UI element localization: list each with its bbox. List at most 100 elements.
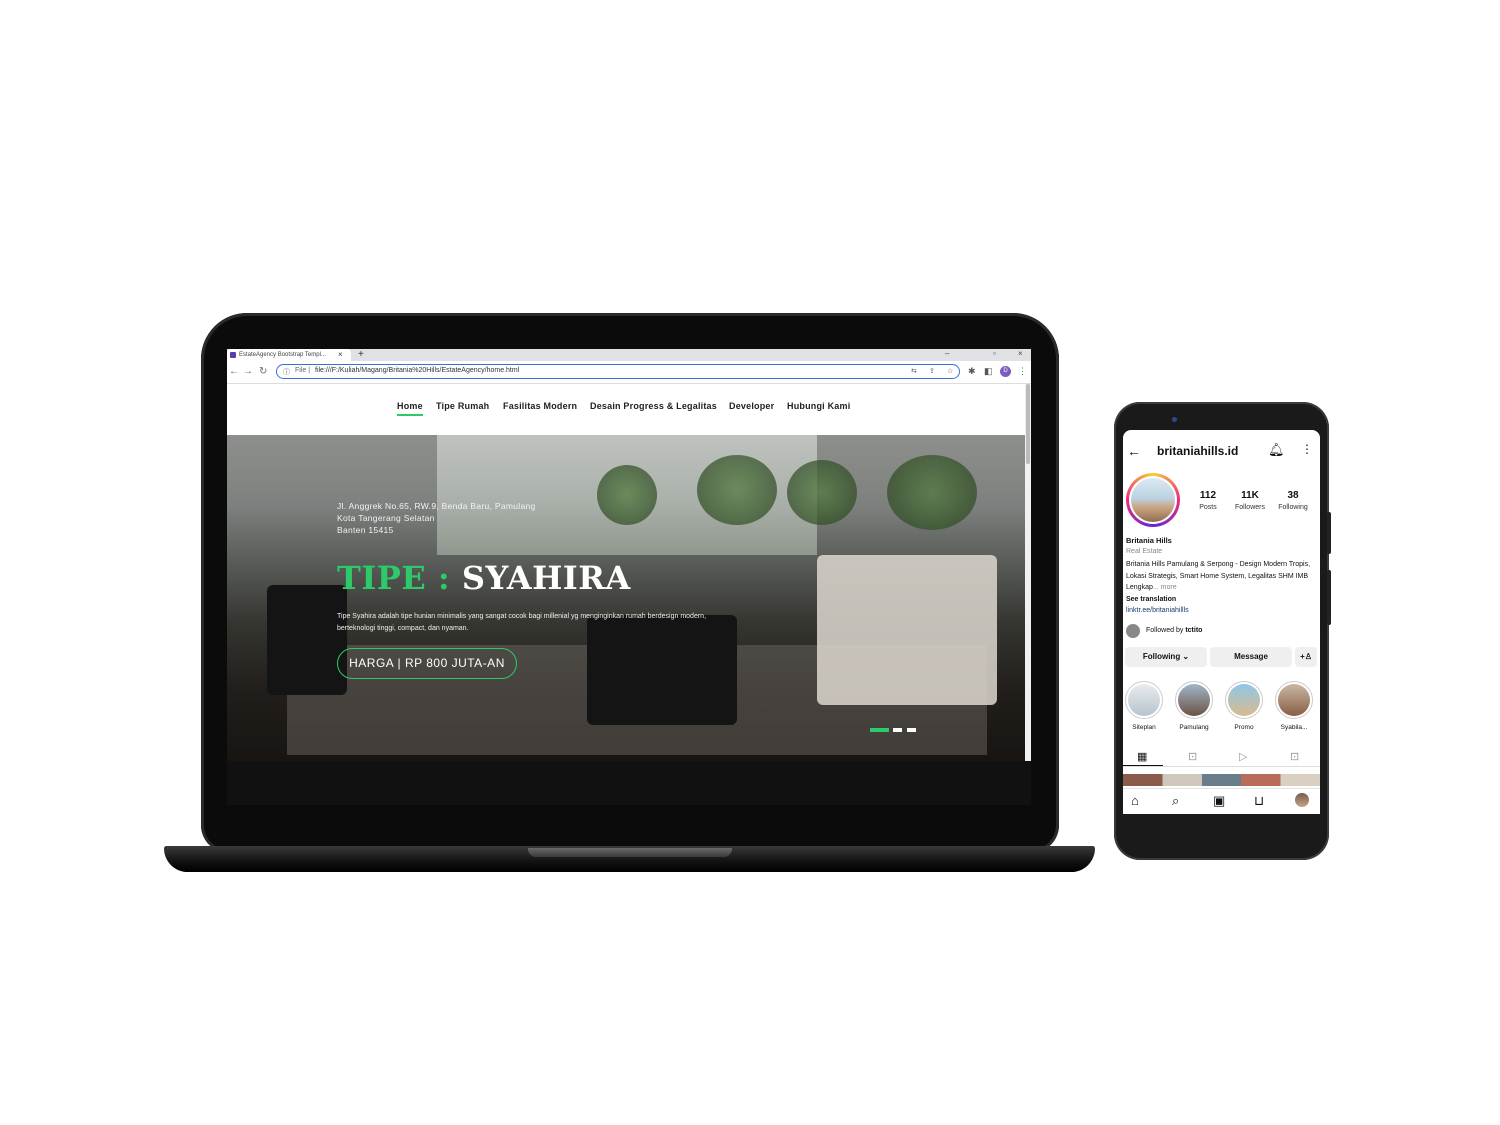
nav-active-indicator bbox=[397, 414, 423, 416]
new-tab-icon[interactable]: + bbox=[358, 349, 364, 361]
reload-icon[interactable]: ↻ bbox=[259, 366, 267, 378]
profile-tab-avatar[interactable] bbox=[1295, 793, 1309, 807]
highlight-label: Pamulang bbox=[1179, 724, 1209, 731]
phone-volume-button bbox=[1327, 512, 1331, 554]
stat-posts[interactable]: 112 Posts bbox=[1186, 490, 1230, 511]
profile-link[interactable]: linktr.ee/britaniahillls bbox=[1126, 607, 1189, 614]
nav-fasilitas-modern[interactable]: Fasilitas Modern bbox=[503, 401, 577, 411]
following-button[interactable]: Following ⌄ bbox=[1125, 647, 1207, 667]
profile-username: britaniahills.id bbox=[1157, 444, 1239, 458]
see-translation-link[interactable]: See translation bbox=[1126, 596, 1176, 603]
home-icon[interactable]: ⌂ bbox=[1131, 793, 1139, 808]
hero-bg-sofa bbox=[817, 555, 997, 705]
profile-avatar[interactable] bbox=[1126, 473, 1180, 527]
page-scrollbar[interactable] bbox=[1025, 384, 1031, 761]
laptop-hinge-notch bbox=[528, 848, 732, 857]
extensions-icon[interactable]: ✱ bbox=[968, 366, 976, 377]
browser-tab[interactable]: EstateAgency Bootstrap Templ... bbox=[227, 349, 351, 361]
add-user-button[interactable]: +♙ bbox=[1295, 647, 1317, 667]
browser-menu-icon[interactable]: ⋮ bbox=[1018, 366, 1027, 377]
window-close-icon[interactable]: × bbox=[1018, 349, 1023, 359]
price-button[interactable]: HARGA | RP 800 JUTA-AN bbox=[337, 648, 517, 679]
hero-carousel: Jl. Anggrek No.65, RW.9, Benda Baru, Pam… bbox=[227, 435, 1025, 761]
grid-tab-icon[interactable]: ▦ bbox=[1137, 750, 1147, 763]
phone-camera bbox=[1172, 417, 1177, 422]
nav-developer[interactable]: Developer bbox=[729, 401, 774, 411]
profile-display-name: Britania Hills bbox=[1126, 536, 1172, 545]
stat-label: Followers bbox=[1235, 504, 1265, 511]
scrollbar-thumb[interactable] bbox=[1026, 384, 1030, 464]
profile-bio: Britania Hills Pamulang & Serpong - Desi… bbox=[1126, 559, 1316, 594]
address-bar[interactable]: ⓘ File | file:///F:/Kuliah/Magang/Britan… bbox=[276, 364, 960, 379]
instagram-profile-screen: ← britaniahills.id 🔔︎ ⋮ 112 Posts 11K Fo… bbox=[1123, 430, 1320, 814]
followed-by-prefix: Followed by bbox=[1146, 627, 1184, 634]
nav-home[interactable]: Home bbox=[397, 401, 423, 411]
hero-bg-plant bbox=[787, 460, 857, 525]
shop-icon[interactable]: ⊔ bbox=[1254, 793, 1264, 809]
stat-value: 11K bbox=[1241, 490, 1259, 501]
highlight-label: Siteplan bbox=[1132, 724, 1156, 731]
hero-description: Tipe Syahira adalah tipe hunian minimali… bbox=[337, 613, 707, 632]
message-button[interactable]: Message bbox=[1210, 647, 1292, 667]
share-icon[interactable]: ⇪ bbox=[929, 367, 935, 375]
highlight-siteplan[interactable]: Siteplan bbox=[1124, 681, 1164, 731]
carousel-indicator-active[interactable] bbox=[870, 728, 889, 732]
notification-bell-icon[interactable]: 🔔︎ bbox=[1268, 442, 1285, 458]
minimize-icon[interactable]: – bbox=[945, 349, 949, 359]
follower-avatar bbox=[1126, 624, 1140, 638]
hero-bg-plant bbox=[597, 465, 657, 525]
highlight-label: Promo bbox=[1234, 724, 1254, 731]
followed-by-text[interactable]: Followed by tctito bbox=[1146, 627, 1202, 634]
hero-bg-side-table bbox=[267, 585, 347, 695]
stat-followers[interactable]: 11K Followers bbox=[1228, 490, 1272, 511]
profile-picture bbox=[1131, 478, 1175, 522]
highlight-image bbox=[1128, 684, 1160, 716]
highlight-pamulang[interactable]: Pamulang bbox=[1174, 681, 1214, 731]
reels-tab-icon[interactable]: ⊡ bbox=[1188, 750, 1197, 763]
profile-category: Real Estate bbox=[1126, 548, 1163, 555]
profile-avatar[interactable]: D bbox=[1000, 366, 1011, 377]
tab-close-icon[interactable]: × bbox=[338, 349, 343, 361]
more-options-icon[interactable]: ⋮ bbox=[1301, 442, 1313, 456]
active-tab-underline bbox=[1123, 765, 1163, 766]
stat-value: 112 bbox=[1199, 490, 1217, 501]
video-tab-icon[interactable]: ▷ bbox=[1239, 750, 1247, 763]
reels-icon[interactable]: ▣ bbox=[1213, 793, 1225, 809]
hero-title: TIPE : SYAHIRA bbox=[337, 559, 631, 597]
stat-following[interactable]: 38 Following bbox=[1271, 490, 1315, 511]
carousel-indicator[interactable] bbox=[907, 728, 916, 732]
highlight-image bbox=[1278, 684, 1310, 716]
posts-grid-preview[interactable] bbox=[1123, 774, 1320, 786]
site-navbar: Home Tipe Rumah Fasilitas Modern Desain … bbox=[227, 384, 1031, 435]
bio-more-link[interactable]: ... more bbox=[1153, 584, 1177, 591]
nav-desain-progress-legalitas[interactable]: Desain Progress & Legalitas bbox=[590, 401, 717, 411]
nav-hubungi-kami[interactable]: Hubungi Kami bbox=[787, 401, 850, 411]
tagged-tab-icon[interactable]: ⊡ bbox=[1290, 750, 1299, 763]
hero-bg-plant bbox=[887, 455, 977, 530]
stat-label: Posts bbox=[1199, 504, 1217, 511]
highlight-promo[interactable]: Promo bbox=[1224, 681, 1264, 731]
highlight-image bbox=[1178, 684, 1210, 716]
site-info-icon[interactable]: ⓘ bbox=[283, 367, 290, 377]
nav-tipe-rumah[interactable]: Tipe Rumah bbox=[436, 401, 489, 411]
bookmark-star-icon[interactable]: ☆ bbox=[947, 367, 953, 375]
scheme-label: File | bbox=[295, 367, 311, 374]
tab-title: EstateAgency Bootstrap Templ... bbox=[239, 352, 326, 358]
highlight-syabila[interactable]: Syabila... bbox=[1274, 681, 1314, 731]
browser-toolbar: ← → ↻ ⓘ File | file:///F:/Kuliah/Magang/… bbox=[227, 361, 1031, 384]
translate-icon[interactable]: ⇆ bbox=[911, 367, 917, 375]
maximize-icon[interactable]: ▫ bbox=[993, 349, 996, 359]
stat-label: Following bbox=[1278, 504, 1308, 511]
carousel-indicator[interactable] bbox=[893, 728, 902, 732]
hero-title-name: SYAHIRA bbox=[461, 559, 631, 597]
hero-address-line: Kota Tangerang Selatan bbox=[337, 513, 435, 523]
forward-icon[interactable]: → bbox=[243, 366, 253, 378]
search-icon[interactable]: ⌕ bbox=[1172, 793, 1179, 809]
laptop-screen: EstateAgency Bootstrap Templ... × + – ▫ … bbox=[227, 349, 1031, 805]
url-text[interactable]: file:///F:/Kuliah/Magang/Britania%20Hill… bbox=[315, 367, 519, 374]
back-arrow-icon[interactable]: ← bbox=[1127, 443, 1141, 459]
stat-value: 38 bbox=[1287, 490, 1299, 501]
bottom-navigation: ⌂ ⌕ ▣ ⊔ bbox=[1123, 788, 1320, 814]
back-icon[interactable]: ← bbox=[229, 366, 239, 378]
side-panel-icon[interactable]: ◧ bbox=[984, 366, 993, 377]
